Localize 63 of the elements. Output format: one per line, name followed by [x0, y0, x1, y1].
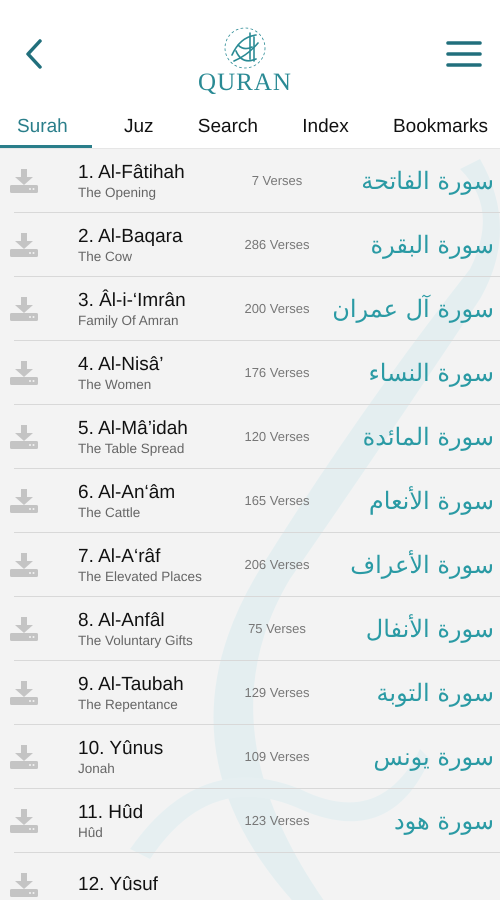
surah-meaning: Jonah	[78, 760, 116, 776]
verse-count: 129 Verses	[243, 685, 311, 700]
download-icon[interactable]	[10, 744, 38, 768]
arabic-surah-name: سورة الفاتحة	[360, 166, 495, 194]
surah-meaning: The Elevated Places	[78, 568, 203, 584]
download-icon[interactable]	[10, 360, 38, 384]
arabic-surah-name: سورة آل عمران	[331, 294, 495, 322]
arabic-surah-name: سورة يونس	[372, 742, 495, 770]
tab[interactable]: Juz	[112, 110, 166, 148]
tab[interactable]: Search	[186, 110, 270, 148]
verse-count: 176 Verses	[243, 365, 311, 380]
surah-name[interactable]: 7. Al-A‘râf	[78, 546, 238, 568]
surah-meaning: Hûd	[78, 824, 104, 840]
surah-meaning: The Opening	[78, 184, 158, 200]
surah-name[interactable]: 3. Âl-i-‘Imrân	[78, 290, 238, 312]
verse-count: 109 Verses	[243, 749, 311, 764]
surah-meaning: The Repentance	[78, 696, 179, 712]
logo-icon	[222, 25, 268, 71]
app-title: QURAN	[198, 69, 292, 97]
arabic-surah-name: سورة النساء	[367, 358, 495, 386]
download-icon[interactable]	[10, 168, 38, 192]
arabic-surah-name: سورة هود	[392, 806, 495, 834]
surah-meaning: The Cattle	[78, 504, 142, 520]
download-icon[interactable]	[10, 552, 38, 576]
surah-meaning: The Table Spread	[78, 440, 186, 456]
surah-name[interactable]: 12. Yûsuf	[78, 874, 238, 896]
surah-name[interactable]: 6. Al-An‘âm	[78, 482, 238, 504]
verse-count: 206 Verses	[243, 557, 311, 572]
download-icon[interactable]	[10, 424, 38, 448]
verse-count: 7 Verses	[250, 173, 304, 188]
download-icon[interactable]	[10, 808, 38, 832]
verse-count: 165 Verses	[243, 493, 311, 508]
surah-meaning: The Women	[78, 376, 152, 392]
surah-name[interactable]: 10. Yûnus	[78, 738, 238, 760]
surah-name[interactable]: 1. Al-Fâtihah	[78, 162, 238, 184]
download-icon[interactable]	[10, 488, 38, 512]
surah-meaning: The Voluntary Gifts	[78, 632, 194, 648]
verse-count: 120 Verses	[243, 429, 311, 444]
surah-name[interactable]: 11. Hûd	[78, 802, 238, 824]
download-icon[interactable]	[10, 232, 38, 256]
arabic-surah-name: سورة المائدة	[362, 422, 495, 450]
arabic-surah-name: سورة التوبة	[376, 678, 495, 706]
arabic-surah-name: سورة الأنعام	[368, 486, 495, 514]
download-icon[interactable]	[10, 616, 38, 640]
download-icon[interactable]	[10, 680, 38, 704]
surah-name[interactable]: 2. Al-Baqara	[78, 226, 238, 248]
verse-count: 75 Verses	[247, 621, 307, 636]
arabic-surah-name: سورة البقرة	[370, 230, 495, 258]
surah-name[interactable]: 5. Al-Mâ’idah	[78, 418, 238, 440]
download-icon[interactable]	[10, 872, 38, 896]
surah-meaning: Family Of Amran	[78, 312, 180, 328]
surah-name[interactable]: 8. Al-Anfâl	[78, 610, 238, 632]
surah-name[interactable]: 4. Al-Nisâ’	[78, 354, 238, 376]
arabic-surah-name: سورة الأعراف	[349, 550, 495, 578]
tab[interactable]: Index	[290, 110, 361, 148]
verse-count: 123 Verses	[243, 813, 311, 828]
arabic-surah-name: سورة الأنفال	[364, 614, 495, 642]
download-icon[interactable]	[10, 296, 38, 320]
verse-count: 200 Verses	[243, 301, 311, 316]
tab[interactable]: Bookmarks	[380, 110, 500, 148]
surah-meaning: The Cow	[78, 248, 134, 264]
verse-count: 286 Verses	[243, 237, 311, 252]
surah-name[interactable]: 9. Al-Taubah	[78, 674, 238, 696]
